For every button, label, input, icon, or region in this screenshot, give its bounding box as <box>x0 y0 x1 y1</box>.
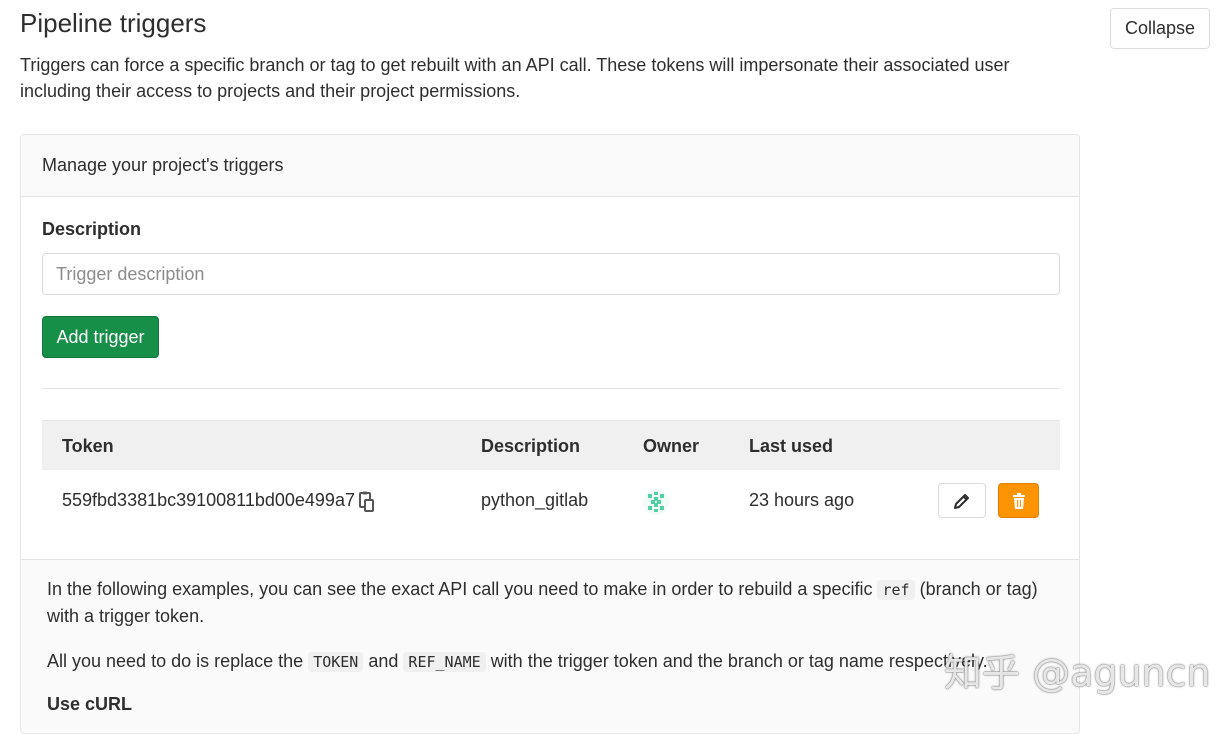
trigger-last-used: 23 hours ago <box>749 490 855 510</box>
column-header-last-used: Last used <box>749 436 834 456</box>
examples-section: In the following examples, you can see t… <box>21 559 1079 733</box>
watermark: 知乎 @aguncn <box>944 651 1211 695</box>
add-trigger-button[interactable]: Add trigger <box>42 316 159 358</box>
description-label: Description <box>42 219 142 239</box>
inline-code-token: TOKEN <box>308 652 364 672</box>
column-header-owner: Owner <box>643 436 700 456</box>
column-header-token: Token <box>62 436 114 456</box>
inline-code-ref-name: REF_NAME <box>403 652 486 672</box>
text-segment: and <box>368 651 399 671</box>
pencil-icon <box>954 493 969 509</box>
page-title: Pipeline triggers <box>20 8 207 38</box>
collapse-button[interactable]: Collapse <box>1110 8 1210 49</box>
trigger-token: 559fbd3381bc39100811bd00e499a7 <box>62 490 355 510</box>
table-row: 559fbd3381bc39100811bd00e499a7 python_gi… <box>42 470 1060 558</box>
card-header: Manage your project's triggers <box>21 135 1079 197</box>
examples-paragraph-1: In the following examples, you can see t… <box>47 576 1057 629</box>
use-curl-heading: Use cURL <box>47 694 133 714</box>
text-segment: All you need to do is replace the <box>47 651 304 671</box>
examples-paragraph-2: All you need to do is replace the TOKEN … <box>47 648 1057 675</box>
column-header-description: Description <box>481 436 581 456</box>
revoke-trigger-button[interactable] <box>998 483 1039 518</box>
divider <box>42 388 1060 389</box>
intro-text: Triggers can force a specific branch or … <box>20 55 1010 101</box>
trigger-description-input[interactable] <box>42 253 1060 295</box>
text-segment: with the trigger token and the branch or… <box>490 651 988 671</box>
edit-trigger-button[interactable] <box>938 483 986 518</box>
triggers-table-header: Token Description Owner Last used <box>42 420 1060 470</box>
card-header-title: Manage your project's triggers <box>42 155 284 175</box>
triggers-card: Manage your project's triggers Descripti… <box>20 134 1080 734</box>
owner-avatar-icon[interactable] <box>642 488 670 516</box>
trash-icon <box>1012 492 1025 509</box>
inline-code-ref: ref <box>877 580 915 600</box>
clipboard-icon[interactable] <box>357 491 375 513</box>
text-segment: In the following examples, you can see t… <box>47 579 873 599</box>
trigger-description: python_gitlab <box>481 490 589 510</box>
